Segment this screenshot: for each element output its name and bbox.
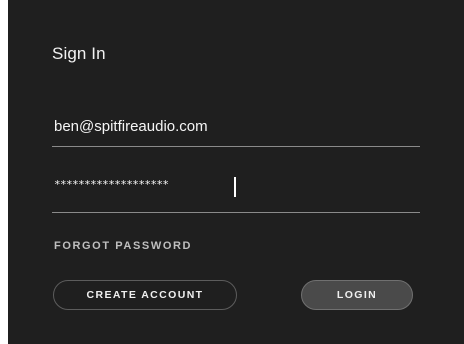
email-value: ben@spitfireaudio.com <box>54 118 208 135</box>
password-masked-value: ******************* <box>54 178 169 191</box>
login-button[interactable]: LOGIN <box>301 280 413 310</box>
password-field[interactable]: ******************* <box>52 177 420 213</box>
text-cursor <box>234 177 236 197</box>
login-label: LOGIN <box>336 289 378 301</box>
page-title: Sign In <box>52 44 106 63</box>
email-field[interactable]: ben@spitfireaudio.com <box>52 112 420 147</box>
sign-in-panel: Sign In ben@spitfireaudio.com **********… <box>8 0 464 344</box>
create-account-button[interactable]: CREATE ACCOUNT <box>53 280 237 310</box>
forgot-password-link[interactable]: FORGOT PASSWORD <box>54 240 192 252</box>
create-account-label: CREATE ACCOUNT <box>86 289 204 301</box>
